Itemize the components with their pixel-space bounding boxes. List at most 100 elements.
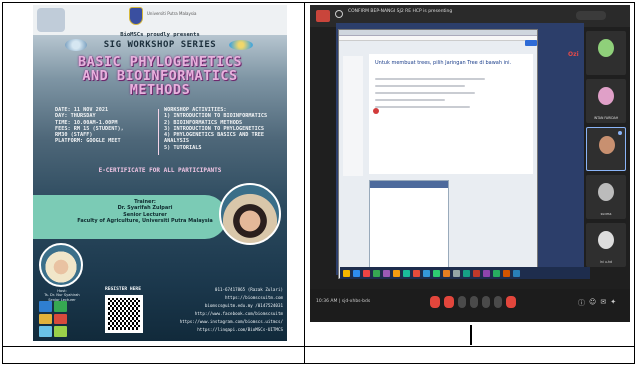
app-tile-icon (54, 301, 67, 312)
page-heading: Untuk membuat trees, pilih Jaringan Tree… (375, 60, 512, 66)
contact-phone: 011-67417865 (Razak Zulari) (214, 287, 283, 292)
taskbar-app-icon[interactable] (423, 269, 430, 277)
avatar (598, 87, 614, 105)
trainer-photo (219, 183, 281, 245)
host-photo (39, 243, 83, 287)
app-tile-icon (39, 301, 52, 312)
avatar (598, 39, 614, 57)
app-tile-icon (54, 313, 67, 325)
taskbar (340, 267, 590, 279)
app-tiles (39, 301, 67, 337)
meeting-screenshot: CONFIRM BEP-NANGI SJ2 RE HCP is presenti… (310, 5, 630, 322)
app-tile-icon (39, 326, 52, 337)
people-icon[interactable]: ☺ (589, 298, 596, 308)
sig-logo-right-icon (229, 40, 253, 50)
alert-icon (373, 108, 379, 114)
taskbar-app-icon[interactable] (413, 269, 420, 277)
taskbar-app-icon[interactable] (493, 269, 500, 277)
taskbar-app-icon[interactable] (483, 269, 490, 277)
exit-button[interactable] (316, 10, 330, 22)
taskbar-app-icon[interactable] (453, 269, 460, 277)
contact-list: 011-67417865 (Razak Zulari) https://biom… (151, 286, 283, 334)
participant-tile[interactable]: INTAN FARIDAH (586, 79, 626, 123)
taskbar-app-icon[interactable] (513, 269, 520, 277)
contact-linktree[interactable]: https://linqapi.com/BioMSCs-UITMCS (151, 326, 283, 334)
details-separator (158, 109, 159, 155)
info-icon[interactable]: ⓘ (578, 298, 585, 308)
registration-qr-code[interactable] (105, 295, 143, 333)
participant-name: lni u-hd (599, 260, 613, 264)
contact-email[interactable]: biomscs@uitm.edu.my /0147524031 (151, 302, 283, 310)
stop-presenting-button[interactable] (576, 11, 606, 20)
app-tile-icon (39, 313, 52, 325)
meeting-controls-bar: 10:36 AM | sjd-xhbs-bds ⓘ ☺ ✉ ✦ (310, 289, 630, 322)
participant-name: INTAN FARIDAH (593, 116, 619, 120)
poster-title-line-1: BASIC PHYLOGENETICS (78, 54, 242, 70)
workshop-activities: WORKSHOP ACTIVITIES: 1) INTRODUCTION TO … (164, 107, 282, 151)
participant-tile[interactable]: lni u-hd (586, 223, 626, 267)
taskbar-app-icon[interactable] (353, 269, 360, 277)
activity-item: 1) INTRODUCTION TO BIOINFORMATICS (164, 113, 268, 120)
poster-watermark (37, 8, 65, 32)
chat-icon[interactable]: ✉ (600, 298, 606, 308)
certificate-note: E-CERTIFICATE FOR ALL PARTICIPANTS (98, 167, 222, 174)
row-divider (2, 346, 635, 347)
poster-presents: BioMSCs proudly presents (120, 32, 200, 38)
taskbar-app-icon[interactable] (433, 269, 440, 277)
meeting-time: 10:36 AM | sjd-xhbs-bds (316, 299, 371, 304)
taskbar-app-icon[interactable] (393, 269, 400, 277)
activity-item: 5) TUTORIALS (164, 144, 202, 151)
presenting-banner: CONFIRM BEP-NANGI SJ2 RE HCP is presenti… (348, 9, 453, 14)
browser-action-button[interactable] (525, 40, 537, 46)
trainer-info: Trainer: Dr. Syarifah Zulpari Senior Lec… (55, 199, 235, 225)
shared-screen: Untuk membuat trees, pilih Jaringan Tree… (336, 23, 584, 279)
poster-title-line-3: METHODS (129, 82, 191, 98)
input-form[interactable] (369, 180, 449, 275)
avatar (598, 231, 614, 249)
participant-tile[interactable] (586, 31, 626, 75)
taskbar-app-icon[interactable] (363, 269, 370, 277)
browser-address-bar[interactable] (339, 36, 537, 41)
column-divider (304, 2, 305, 364)
participant-tile[interactable]: sucess (586, 175, 626, 219)
presenting-icon (335, 10, 343, 18)
text-cursor (470, 325, 472, 345)
activities-icon[interactable]: ✦ (610, 298, 616, 308)
contact-website[interactable]: https://biomscsuitm.com (151, 294, 283, 302)
taskbar-app-icon[interactable] (443, 269, 450, 277)
call-controls (430, 296, 516, 308)
captions-button[interactable] (458, 296, 466, 308)
workshop-poster: Universiti Putra Malaysia BioMSCs proudl… (33, 5, 287, 341)
page-text-lines (375, 78, 495, 113)
taskbar-app-icon[interactable] (373, 269, 380, 277)
brand-logo: Ozi (568, 51, 579, 58)
present-button[interactable] (470, 296, 478, 308)
browser-window: Untuk membuat trees, pilih Jaringan Tree… (338, 29, 538, 279)
event-details: DATE: 11 NOV 2021 DAY: THURSDAY TIME: 10… (55, 107, 155, 145)
participant-tile-active[interactable] (586, 127, 626, 171)
contact-facebook[interactable]: http://www.facebook.com/biomscsuitm (151, 310, 283, 318)
taskbar-app-icon[interactable] (503, 269, 510, 277)
camera-toggle-button[interactable] (444, 296, 454, 308)
raise-hand-button[interactable] (482, 296, 490, 308)
more-options-button[interactable] (494, 296, 502, 308)
poster-header-strip (33, 5, 287, 35)
participant-name: sucess (600, 212, 612, 216)
register-label: REGISTER HERE (105, 287, 141, 292)
detail-platform: PLATFORM: GOOGLE MEET (55, 138, 121, 145)
page-sidebar (343, 56, 363, 176)
app-tile-icon (54, 326, 67, 337)
taskbar-app-icon[interactable] (403, 269, 410, 277)
taskbar-app-icon[interactable] (473, 269, 480, 277)
leave-call-button[interactable] (506, 296, 516, 308)
avatar (598, 183, 614, 201)
contact-instagram[interactable]: https://www.instagram.com/biomscs.uitmcs… (151, 318, 283, 326)
taskbar-app-icon[interactable] (463, 269, 470, 277)
university-crest-icon (129, 7, 143, 25)
trainer-affiliation: Faculty of Agriculture, Universiti Putra… (77, 218, 213, 225)
taskbar-app-icon[interactable] (343, 269, 350, 277)
taskbar-app-icon[interactable] (383, 269, 390, 277)
web-page (369, 54, 533, 174)
participant-sidebar: INTAN FARIDAH sucess lni u-hd (586, 31, 626, 271)
mic-toggle-button[interactable] (430, 296, 440, 308)
